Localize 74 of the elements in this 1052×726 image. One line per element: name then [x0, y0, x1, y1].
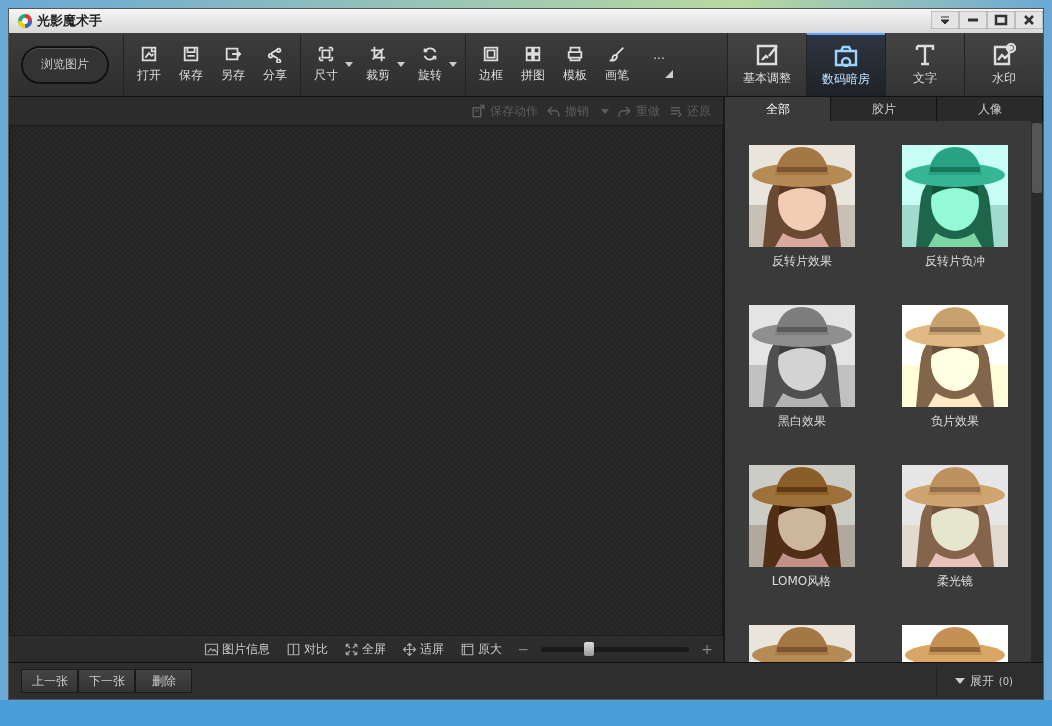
zoom-out-button[interactable]: − [517, 641, 530, 657]
camera-icon [834, 43, 858, 67]
caret-icon [601, 108, 609, 114]
zoom-in-button[interactable]: + [701, 641, 713, 657]
redo-icon [617, 103, 632, 119]
crop-icon [369, 45, 387, 63]
toolbar-button[interactable]: 分享 [254, 45, 296, 84]
toolbar-button[interactable]: 保存 [170, 45, 212, 84]
undo-icon [546, 103, 561, 119]
export-icon [224, 45, 242, 63]
refresh-icon [421, 45, 439, 63]
tab[interactable]: 全部 [725, 97, 831, 121]
maximize-icon[interactable] [987, 11, 1015, 29]
toolbar-button[interactable]: 旋转 [409, 45, 451, 84]
view-button[interactable]: 适屏 [401, 640, 444, 658]
view-button[interactable]: 原大 [459, 640, 502, 658]
mode-tab[interactable]: 数码暗房 [806, 33, 885, 96]
image-icon [140, 45, 158, 63]
pencil-icon [755, 42, 779, 66]
move-icon [401, 641, 417, 657]
expand-button[interactable]: 展开 (0) [935, 666, 1031, 696]
effect-label: 反转片效果 [771, 253, 832, 270]
share-icon [266, 45, 284, 63]
menu-icon[interactable] [931, 11, 959, 29]
toolbar-button[interactable]: 裁剪 [357, 45, 399, 84]
frame-icon [317, 45, 335, 63]
image-icon [992, 42, 1016, 66]
effect-label: LOMO风格 [771, 573, 832, 590]
printer-icon [566, 45, 584, 63]
effect-label: 负片效果 [930, 413, 979, 430]
effect-label: 反转片负冲 [924, 253, 985, 270]
frame-icon [459, 641, 475, 657]
caret-icon[interactable] [449, 62, 457, 67]
minimize-icon[interactable] [959, 11, 987, 29]
view-button[interactable]: 图片信息 [203, 640, 270, 658]
window-title: 光影魔术手 [37, 12, 102, 30]
close-icon[interactable] [1015, 11, 1043, 29]
brush-icon [608, 45, 626, 63]
footer-button[interactable]: 上一张 [21, 669, 78, 693]
toolbar-button[interactable]: 模板 [554, 45, 596, 84]
slider-thumb[interactable] [583, 641, 594, 656]
scrollbar[interactable] [1031, 121, 1043, 662]
corner-icon [665, 69, 673, 78]
app-logo-icon [17, 13, 33, 29]
caret-icon [954, 678, 965, 684]
footer-button[interactable]: 删除 [135, 669, 192, 693]
image-icon [203, 641, 219, 657]
tab[interactable]: 人像 [937, 97, 1043, 121]
caret-icon[interactable] [345, 62, 353, 67]
toolbar-button[interactable]: 画笔 [596, 45, 638, 84]
export-icon [471, 103, 486, 119]
toolbar-button[interactable]: 边框 [470, 45, 512, 84]
mode-tab[interactable]: 文字 [885, 33, 964, 96]
more-button[interactable]: ··· [642, 51, 676, 78]
effect-label: 柔光镜 [936, 573, 973, 590]
toolbar-button[interactable]: 另存 [212, 45, 254, 84]
grid-icon [524, 45, 542, 63]
toolbar-button[interactable]: 打开 [128, 45, 170, 84]
mode-tab[interactable]: 水印 [964, 33, 1043, 96]
caret-icon[interactable] [397, 62, 405, 67]
browse-button[interactable]: 浏览图片 [21, 45, 109, 84]
letter-icon [913, 42, 937, 66]
footer-button[interactable]: 下一张 [78, 669, 135, 693]
tab[interactable]: 胶片 [831, 97, 937, 121]
expand-icon [343, 641, 359, 657]
view-button[interactable]: 对比 [285, 640, 328, 658]
toolbar-button[interactable]: 尺寸 [305, 45, 347, 84]
view-button[interactable]: 全屏 [343, 640, 386, 658]
mode-tab[interactable]: 基本调整 [727, 33, 806, 96]
border-icon [482, 45, 500, 63]
split-icon [285, 641, 301, 657]
effect-label: 黑白效果 [777, 413, 826, 430]
floppy-icon [182, 45, 200, 63]
toolbar-button[interactable]: 拼图 [512, 45, 554, 84]
